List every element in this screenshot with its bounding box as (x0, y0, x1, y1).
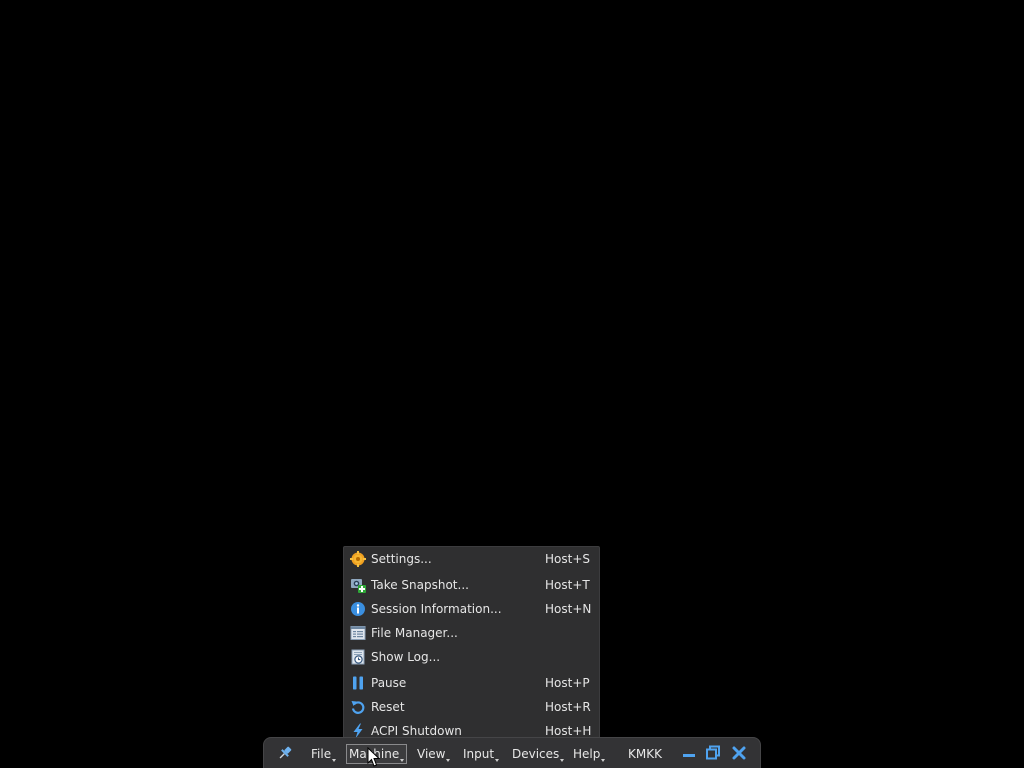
menu-item-show-log[interactable]: Show Log... (344, 646, 599, 668)
chevron-down-icon (560, 759, 565, 762)
menu-devices[interactable]: Devices (512, 745, 565, 763)
machine-menu: Settings... Host+S Take Snapshot... Host… (343, 546, 600, 742)
menu-item-pause[interactable]: Pause Host+P (344, 672, 599, 694)
chevron-down-icon (446, 759, 451, 762)
menu-file[interactable]: File (311, 745, 337, 763)
snapshot-icon (351, 579, 366, 593)
menu-item-label: Take Snapshot... (371, 578, 469, 592)
pin-icon[interactable] (276, 744, 294, 762)
gear-icon (350, 551, 366, 567)
menu-item-file-manager[interactable]: File Manager... (344, 622, 599, 644)
pause-icon (353, 676, 363, 690)
menu-input[interactable]: Input (463, 745, 500, 763)
menu-item-label: File Manager... (371, 626, 458, 640)
menu-item-label: Session Information... (371, 602, 502, 616)
menu-item-shortcut: Host+S (545, 552, 590, 566)
mouse-cursor-icon (367, 747, 381, 767)
chevron-down-icon (495, 759, 500, 762)
menu-item-settings[interactable]: Settings... Host+S (344, 548, 599, 570)
menu-item-reset[interactable]: Reset Host+R (344, 696, 599, 718)
vm-name: KMKK (628, 747, 662, 761)
menu-item-label: Settings... (371, 552, 432, 566)
menu-help-label: Help (573, 747, 601, 761)
chevron-down-icon (332, 759, 337, 762)
menu-item-shortcut: Host+N (545, 602, 592, 616)
chevron-down-icon (400, 759, 405, 762)
menu-item-label: Reset (371, 700, 405, 714)
menu-item-label: Show Log... (371, 650, 441, 664)
restore-icon[interactable] (704, 744, 722, 762)
menu-help[interactable]: Help (573, 745, 606, 763)
vm-display[interactable]: Settings... Host+S Take Snapshot... Host… (0, 0, 1024, 768)
menu-item-shortcut: Host+R (545, 700, 591, 714)
menu-view[interactable]: View (417, 745, 451, 763)
menu-item-shortcut: Host+P (545, 676, 590, 690)
close-icon[interactable] (730, 744, 748, 762)
menu-devices-label: Devices (512, 747, 560, 761)
chevron-down-icon (601, 759, 606, 762)
menu-input-label: Input (463, 747, 495, 761)
menu-item-shortcut: Host+H (545, 724, 592, 738)
info-icon (351, 602, 365, 616)
reset-icon (351, 701, 365, 714)
minimize-icon[interactable] (680, 744, 698, 762)
menu-item-shortcut: Host+T (545, 578, 590, 592)
menu-view-label: View (417, 747, 446, 761)
menu-file-label: File (311, 747, 332, 761)
menu-item-label: ACPI Shutdown (371, 724, 462, 738)
menu-item-take-snapshot[interactable]: Take Snapshot... Host+T (344, 574, 599, 596)
menu-item-label: Pause (371, 676, 407, 690)
log-icon (351, 649, 365, 665)
menu-item-session-information[interactable]: Session Information... Host+N (344, 598, 599, 620)
file-manager-icon (350, 626, 366, 640)
mini-toolbar: File Machine View Input Devices Help KMK… (263, 737, 761, 768)
